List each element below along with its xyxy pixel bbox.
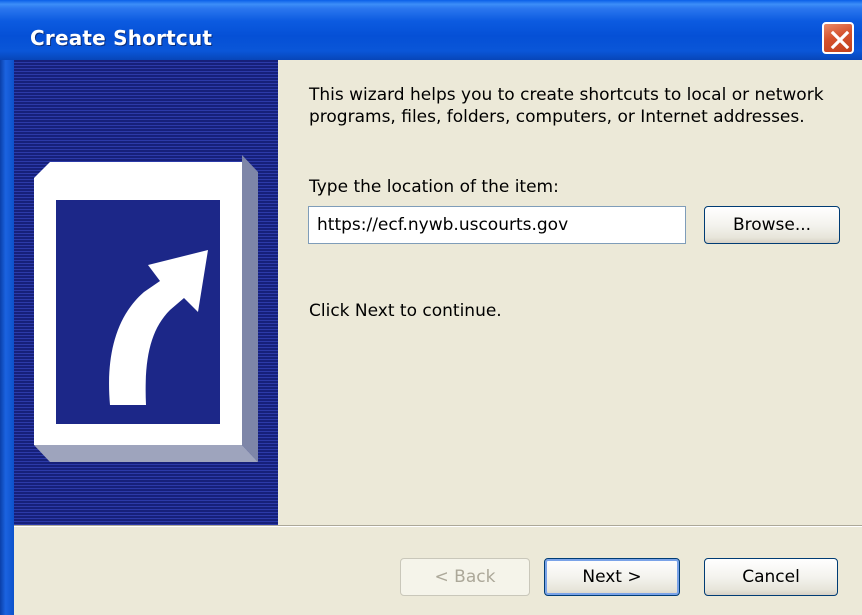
cancel-button[interactable]: Cancel bbox=[704, 558, 838, 596]
wizard-content: This wizard helps you to create shortcut… bbox=[278, 60, 862, 525]
footer-separator bbox=[14, 525, 862, 527]
continue-instruction: Click Next to continue. bbox=[309, 301, 502, 321]
close-button[interactable] bbox=[822, 22, 854, 54]
wizard-banner bbox=[14, 60, 278, 525]
create-shortcut-dialog: Create Shortcut This wizard helps you to… bbox=[0, 0, 862, 615]
location-label: Type the location of the item: bbox=[309, 177, 559, 197]
window-title: Create Shortcut bbox=[30, 26, 213, 50]
intro-text: This wizard helps you to create shortcut… bbox=[309, 85, 824, 127]
close-icon bbox=[830, 30, 850, 50]
shortcut-arrow-icon bbox=[34, 155, 258, 462]
browse-button[interactable]: Browse... bbox=[704, 206, 840, 244]
back-button[interactable]: < Back bbox=[400, 558, 530, 596]
location-input[interactable] bbox=[308, 206, 686, 244]
window-left-border bbox=[0, 0, 14, 615]
next-button[interactable]: Next > bbox=[544, 558, 680, 596]
title-bar[interactable]: Create Shortcut bbox=[0, 0, 862, 60]
